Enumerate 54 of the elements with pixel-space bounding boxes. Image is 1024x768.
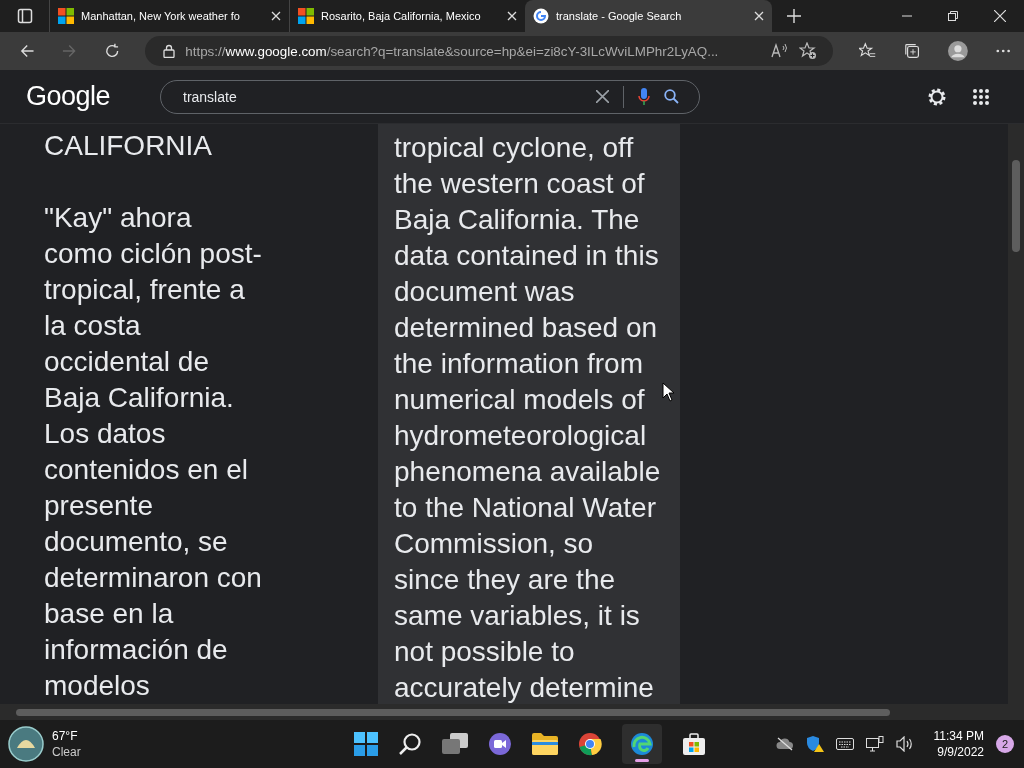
english-text: tropical cyclone, off the western coast of Baja California. The data contained in this document was determined based on the information from numerical models of hydrometeorological phenomena available to the National Water Commission, so since they are the same variables, it is not possible to accurately determine bbox=[394, 131, 661, 704]
favorites-icon[interactable] bbox=[859, 42, 876, 60]
back-arrow-icon[interactable] bbox=[20, 43, 35, 59]
network-monitor-icon[interactable] bbox=[865, 736, 884, 752]
temperature-text: 67°F bbox=[52, 728, 79, 744]
edge-taskbar-button[interactable] bbox=[622, 724, 662, 764]
google-g-icon bbox=[533, 8, 549, 24]
search-icon[interactable] bbox=[398, 732, 422, 756]
tab-actions-icon[interactable] bbox=[17, 8, 33, 24]
video-chat-icon[interactable] bbox=[488, 732, 512, 756]
search-icon[interactable] bbox=[664, 89, 679, 104]
speaker-icon[interactable] bbox=[895, 736, 914, 752]
shield-warning-icon[interactable] bbox=[805, 735, 824, 753]
chrome-icon[interactable] bbox=[578, 732, 602, 756]
weather-icon[interactable] bbox=[8, 726, 44, 762]
close-icon[interactable] bbox=[754, 11, 764, 21]
microphone-icon[interactable] bbox=[638, 87, 650, 106]
close-icon[interactable] bbox=[507, 11, 517, 21]
more-options-icon[interactable] bbox=[995, 49, 1010, 53]
address-field[interactable]: https://www.google.com/search?q=translate&source=hp&ei=zi8cY-3ILcWviLMPhr2LyAQ... bbox=[145, 36, 834, 66]
notification-badge[interactable]: 2 bbox=[996, 735, 1014, 753]
task-view-icon[interactable] bbox=[442, 733, 468, 755]
read-aloud-icon[interactable] bbox=[771, 43, 790, 59]
url-text: https://www.google.com/search?q=translate&source=hp&ei=zi8cY-3ILcWviLMPhr2LyAQ... bbox=[185, 43, 720, 59]
edge-icon bbox=[630, 732, 654, 756]
column-heading: CALIFORNIA bbox=[44, 129, 214, 163]
horizontal-scrollbar[interactable] bbox=[0, 704, 1024, 720]
refresh-icon[interactable] bbox=[104, 43, 120, 59]
restore-icon[interactable] bbox=[948, 11, 958, 21]
weather-condition-text: Clear bbox=[52, 744, 81, 760]
clock-time[interactable]: 11:34 PM bbox=[933, 728, 984, 744]
clock-date[interactable]: 9/9/2022 bbox=[937, 744, 984, 760]
search-input[interactable]: translate bbox=[181, 87, 582, 106]
store-bag-icon[interactable] bbox=[682, 732, 706, 756]
profile-avatar-icon[interactable] bbox=[947, 40, 968, 62]
keyboard-icon[interactable] bbox=[835, 738, 854, 750]
star-plus-icon[interactable] bbox=[799, 42, 818, 60]
folder-icon[interactable] bbox=[532, 733, 558, 755]
google-logo[interactable]: Google bbox=[26, 81, 160, 112]
cloud-offline-icon[interactable] bbox=[775, 737, 794, 751]
mouse-cursor-icon bbox=[662, 382, 674, 402]
vertical-scrollbar[interactable] bbox=[1008, 124, 1024, 704]
lock-icon bbox=[163, 44, 176, 58]
apps-grid-icon[interactable] bbox=[972, 87, 990, 106]
close-icon[interactable] bbox=[994, 10, 1006, 22]
new-tab-icon[interactable] bbox=[787, 9, 801, 23]
close-icon[interactable] bbox=[271, 11, 281, 21]
clear-icon[interactable] bbox=[596, 90, 609, 103]
start-icon[interactable] bbox=[354, 732, 378, 756]
windows-logo-icon bbox=[298, 8, 314, 24]
windows-logo-icon bbox=[58, 8, 74, 24]
browser-tab[interactable]: translate - Google Search bbox=[525, 0, 772, 32]
collections-icon[interactable] bbox=[903, 42, 920, 60]
spanish-text: "Kay" ahora como ciclón post- tropical, frente a la costa occidental de Baja California. Los datos contenidos en el presente documento, se determinaron con base en la información de modelos bbox=[44, 201, 263, 703]
